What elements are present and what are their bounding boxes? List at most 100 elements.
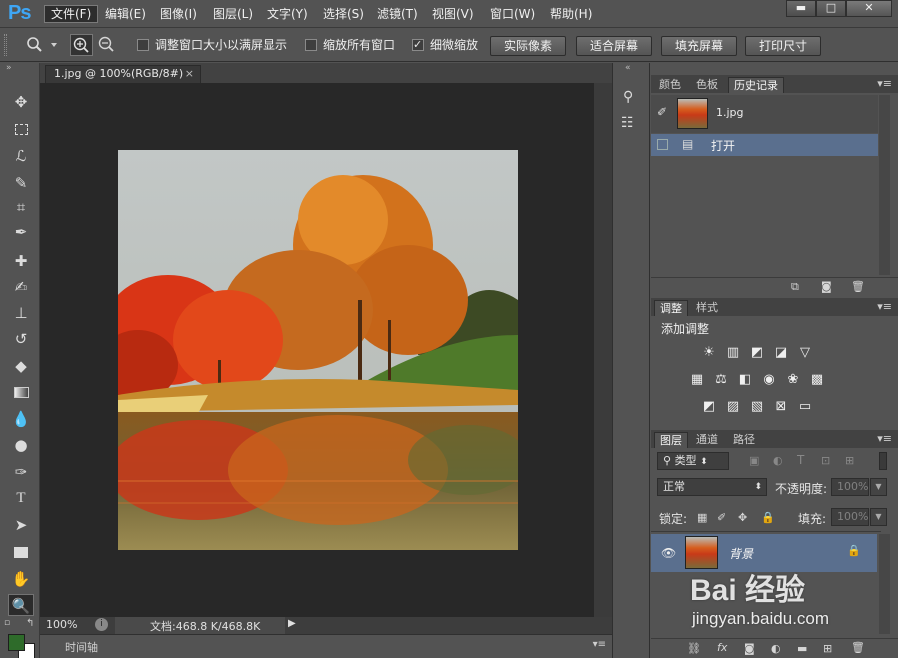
posterize-icon[interactable]: ▨ bbox=[725, 399, 741, 415]
document-tab[interactable]: 1.jpg @ 100%(RGB/8#) × bbox=[45, 65, 201, 83]
lock-all-icon[interactable]: 🔒 bbox=[761, 511, 775, 524]
layer-filter-kind-select[interactable]: ⚲ 类型 ⬍ bbox=[657, 452, 729, 470]
add-mask-icon[interactable]: ◙ bbox=[744, 642, 755, 655]
new-group-folder-icon[interactable]: ▬ bbox=[797, 642, 807, 655]
zoom-tool-preset-picker[interactable] bbox=[24, 35, 62, 55]
menu-type[interactable]: 文字(Y) bbox=[261, 5, 314, 23]
layer-name[interactable]: 背景 bbox=[729, 545, 753, 562]
layers-scrollbar[interactable] bbox=[879, 534, 890, 634]
lock-position-icon[interactable]: ✥ bbox=[738, 511, 747, 524]
zoom-out-button[interactable] bbox=[96, 34, 119, 56]
tab-layers[interactable]: 图层 bbox=[654, 432, 688, 448]
color-balance-icon[interactable]: ⚖ bbox=[713, 372, 729, 388]
scrubby-zoom-option[interactable]: 细微缩放 bbox=[412, 37, 478, 54]
zoom-in-button[interactable] bbox=[70, 34, 93, 56]
history-snapshot-row[interactable]: ✐ 1.jpg bbox=[651, 95, 878, 133]
healing-brush-tool-icon[interactable]: ✚ bbox=[8, 250, 34, 272]
resize-windows-option[interactable]: 调整窗口大小以满屏显示 bbox=[137, 38, 287, 54]
menu-select[interactable]: 选择(S) bbox=[317, 5, 370, 23]
threshold-icon[interactable]: ▧ bbox=[749, 399, 765, 415]
document-tab-close-icon[interactable]: × bbox=[185, 66, 194, 82]
canvas-area[interactable] bbox=[40, 83, 594, 617]
history-brush-source-icon[interactable]: ✐ bbox=[657, 105, 667, 119]
resize-windows-checkbox[interactable] bbox=[137, 39, 149, 51]
tab-styles[interactable]: 样式 bbox=[691, 300, 723, 316]
dodge-tool-icon[interactable]: ● bbox=[8, 434, 34, 456]
new-adjustment-layer-icon[interactable]: ◐ bbox=[771, 642, 781, 655]
properties-icon[interactable]: ☷ bbox=[621, 115, 634, 131]
menu-filter[interactable]: 滤镜(T) bbox=[371, 5, 424, 23]
filter-toggle-switch[interactable] bbox=[879, 452, 887, 470]
zoom-all-option[interactable]: 缩放所有窗口 bbox=[305, 38, 395, 54]
levels-icon[interactable]: ▥ bbox=[725, 345, 741, 361]
tab-history[interactable]: 历史记录 bbox=[728, 77, 784, 93]
minimize-button[interactable]: ▬ bbox=[786, 0, 816, 17]
tab-adjustments[interactable]: 调整 bbox=[654, 300, 688, 316]
crop-tool-icon[interactable]: ⌗ bbox=[8, 196, 34, 218]
history-scrollbar[interactable] bbox=[879, 95, 890, 275]
new-document-from-state-icon[interactable]: ⧉ bbox=[791, 280, 799, 294]
exposure-icon[interactable]: ◪ bbox=[773, 345, 789, 361]
channel-mixer-icon[interactable]: ❀ bbox=[785, 372, 801, 388]
menu-view[interactable]: 视图(V) bbox=[426, 5, 480, 23]
options-grip[interactable] bbox=[4, 34, 7, 56]
eraser-tool-icon[interactable]: ◆ bbox=[8, 355, 34, 377]
close-button[interactable]: ✕ bbox=[846, 0, 892, 17]
new-snapshot-camera-icon[interactable]: ◙ bbox=[821, 280, 832, 293]
tool-presets-icon[interactable]: ⚲ bbox=[623, 89, 633, 105]
history-brush-tool-icon[interactable]: ↺ bbox=[8, 328, 34, 350]
move-tool-icon[interactable]: ✥ bbox=[8, 91, 34, 113]
swap-colors-icon[interactable]: ↰ bbox=[26, 618, 34, 629]
menu-help[interactable]: 帮助(H) bbox=[544, 5, 598, 23]
pen-tool-icon[interactable]: ✑ bbox=[8, 461, 34, 483]
hand-tool-icon[interactable]: ✋ bbox=[8, 568, 34, 590]
invert-icon[interactable]: ◩ bbox=[701, 399, 717, 415]
fit-screen-button[interactable]: 适合屏幕 bbox=[576, 36, 652, 56]
maximize-button[interactable]: □ bbox=[816, 0, 846, 17]
delete-state-trash-icon[interactable]: 🗑 bbox=[851, 280, 865, 293]
filter-shape-icon[interactable]: ⊡ bbox=[821, 454, 830, 467]
filter-pixel-icon[interactable]: ▣ bbox=[749, 454, 759, 467]
filter-smart-object-icon[interactable]: ⊞ bbox=[845, 454, 854, 467]
timeline-menu-icon[interactable]: ▾≡ bbox=[593, 639, 606, 650]
lock-image-pixels-icon[interactable]: ✐ bbox=[717, 511, 726, 524]
document-image[interactable] bbox=[118, 150, 518, 550]
selective-color-icon[interactable]: ⊠ bbox=[773, 399, 789, 415]
link-layers-icon[interactable]: ⛓ bbox=[687, 642, 701, 655]
type-tool-icon[interactable]: T bbox=[8, 487, 34, 509]
layer-row[interactable]: 👁 背景 🔒 bbox=[651, 534, 877, 572]
menu-window[interactable]: 窗口(W) bbox=[484, 5, 541, 23]
actual-pixels-button[interactable]: 实际像素 bbox=[490, 36, 566, 56]
tab-paths[interactable]: 路径 bbox=[728, 432, 760, 448]
lock-transparent-pixels-icon[interactable]: ▦ bbox=[697, 511, 707, 524]
history-state-row[interactable]: ▤ 打开 bbox=[651, 134, 878, 156]
tab-swatches[interactable]: 色板 bbox=[691, 77, 723, 93]
eyedropper-tool-icon[interactable]: ✒ bbox=[8, 221, 34, 243]
filter-adjustment-icon[interactable]: ◐ bbox=[773, 454, 783, 467]
zoom-all-checkbox[interactable] bbox=[305, 39, 317, 51]
quick-selection-tool-icon[interactable]: ✎ bbox=[8, 172, 34, 194]
color-lookup-icon[interactable]: ▩ bbox=[809, 372, 825, 388]
tab-channels[interactable]: 通道 bbox=[691, 432, 723, 448]
default-colors-icon[interactable]: ▫ bbox=[4, 618, 10, 628]
vibrance-icon[interactable]: ▽ bbox=[797, 345, 813, 361]
adjustments-panel-menu-icon[interactable]: ▾≡ bbox=[877, 300, 892, 313]
photo-filter-icon[interactable]: ◉ bbox=[761, 372, 777, 388]
fill-dropdown-icon[interactable]: ▼ bbox=[870, 508, 887, 526]
visibility-eye-icon[interactable]: 👁 bbox=[661, 546, 676, 560]
new-layer-icon[interactable]: ⊞ bbox=[823, 642, 832, 655]
gradient-map-icon[interactable]: ▭ bbox=[797, 399, 813, 415]
path-selection-tool-icon[interactable]: ➤ bbox=[8, 514, 34, 536]
history-state-checkbox[interactable] bbox=[657, 139, 668, 150]
timeline-tab[interactable]: 时间轴 bbox=[65, 639, 98, 655]
gradient-tool-icon[interactable] bbox=[8, 381, 34, 403]
brush-tool-icon[interactable]: ✍ bbox=[8, 276, 34, 298]
tab-color[interactable]: 颜色 bbox=[654, 77, 686, 93]
fill-input[interactable]: 100% bbox=[831, 508, 869, 526]
lasso-tool-icon[interactable]: ℒ bbox=[8, 145, 34, 167]
layers-panel-menu-icon[interactable]: ▾≡ bbox=[877, 432, 892, 445]
vertical-scrollbar[interactable] bbox=[594, 83, 612, 617]
opacity-dropdown-icon[interactable]: ▼ bbox=[870, 478, 887, 496]
status-info-icon[interactable]: i bbox=[95, 618, 108, 631]
marquee-tool-icon[interactable] bbox=[8, 118, 34, 140]
